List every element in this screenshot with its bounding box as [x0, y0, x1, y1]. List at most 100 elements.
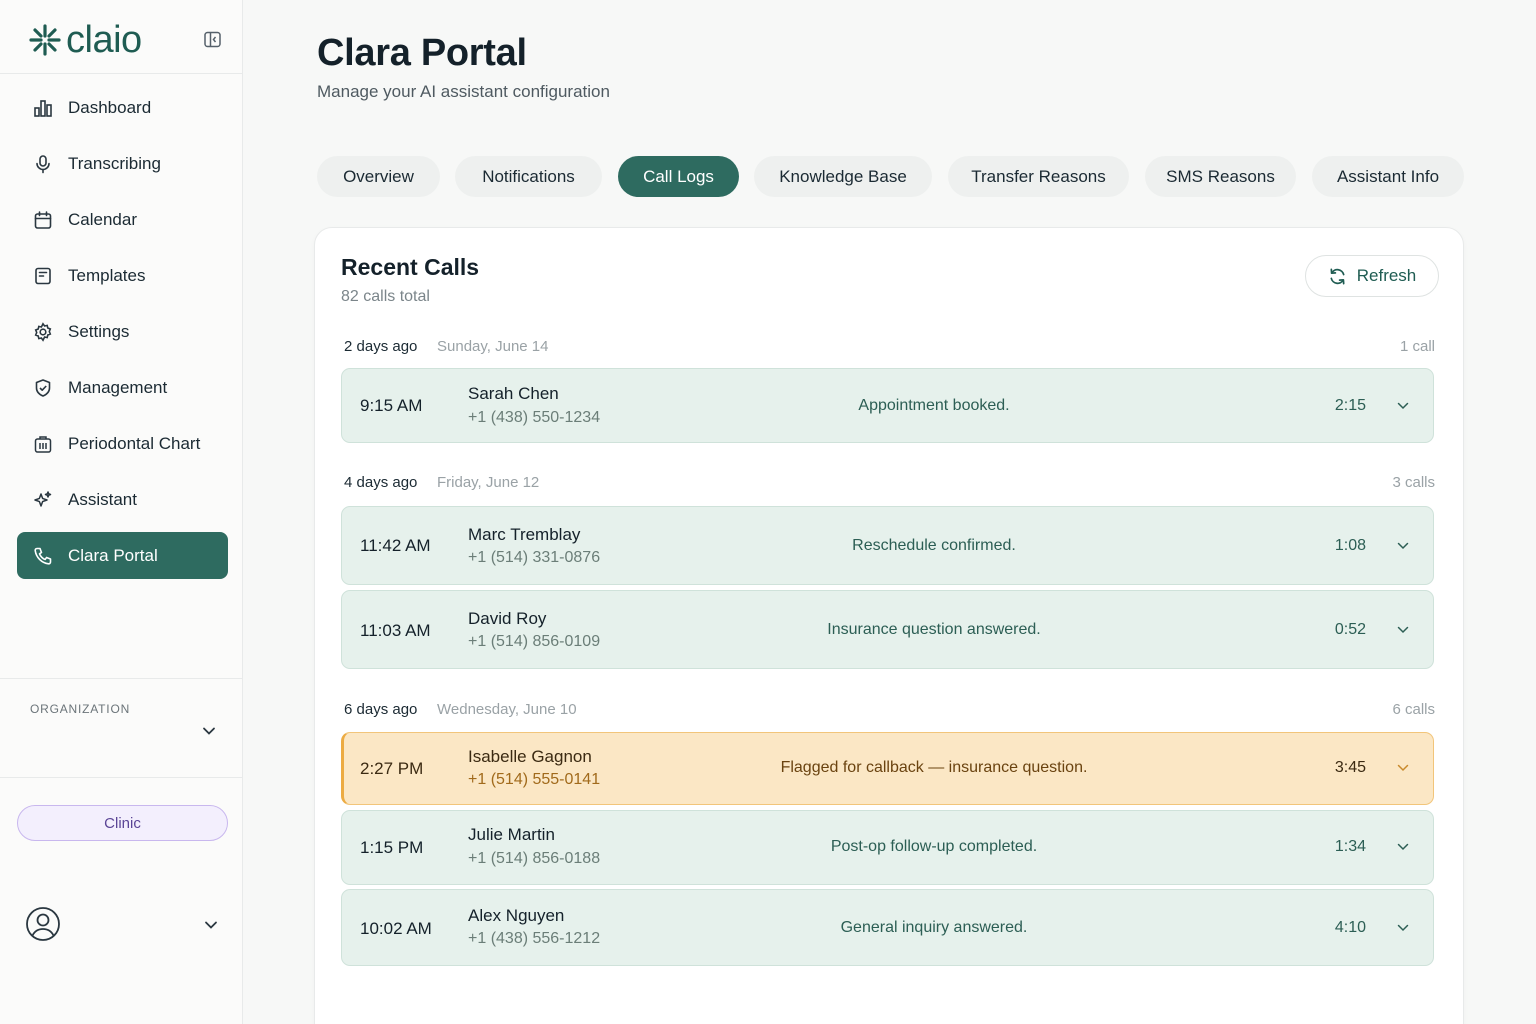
- call-duration: 1:08: [1334, 537, 1366, 554]
- caller-name: Alex Nguyen: [468, 906, 565, 925]
- tab-sms-reasons[interactable]: SMS Reasons: [1145, 156, 1296, 197]
- sidebar-item-label: Periodontal Chart: [68, 434, 201, 453]
- user-menu[interactable]: [25, 906, 225, 944]
- expand-chevron-icon[interactable]: [1394, 621, 1412, 639]
- caller-phone: +1 (438) 556-1212: [468, 930, 601, 947]
- group-relative-date: 2 days ago: [344, 338, 418, 355]
- microphone-icon: [33, 154, 53, 174]
- tab-knowledge-base[interactable]: Knowledge Base: [754, 156, 932, 197]
- call-duration: 4:10: [1334, 919, 1366, 936]
- user-menu-chevron[interactable]: [201, 915, 221, 935]
- expand-chevron-icon[interactable]: [1394, 919, 1412, 937]
- sparkle-icon: [33, 490, 53, 510]
- shield-icon: [33, 378, 53, 398]
- call-row[interactable]: 11:03 AM David Roy +1 (514) 856-0109 Ins…: [341, 590, 1434, 669]
- sidebar-item-management[interactable]: Management: [17, 364, 228, 412]
- gear-icon: [33, 322, 53, 342]
- sidebar-divider: [0, 678, 243, 679]
- calls-total: 82 calls total: [341, 288, 430, 305]
- call-summary: Insurance question answered.: [827, 621, 1041, 638]
- tab-notifications[interactable]: Notifications: [455, 156, 602, 197]
- user-avatar-icon[interactable]: [25, 906, 61, 942]
- call-duration: 3:45: [1334, 759, 1366, 776]
- call-group-header: 4 days ago Friday, June 12 3 calls: [341, 474, 1435, 496]
- tab-assistant-info[interactable]: Assistant Info: [1312, 156, 1464, 197]
- expand-chevron-icon[interactable]: [1394, 537, 1412, 555]
- call-duration: 0:52: [1334, 621, 1366, 638]
- caller-phone: +1 (514) 555-0141: [468, 771, 601, 788]
- refresh-label: Refresh: [1356, 266, 1417, 285]
- caller-name: Isabelle Gagnon: [468, 747, 592, 766]
- sidebar-nav: Dashboard Transcribing Calendar Template…: [17, 84, 228, 587]
- sidebar-item-label: Calendar: [68, 210, 137, 229]
- call-summary: Post-op follow-up completed.: [830, 838, 1038, 855]
- brand-logo[interactable]: claio: [28, 20, 142, 60]
- group-call-count: 6 calls: [1392, 701, 1435, 718]
- sidebar-item-periodontal-chart[interactable]: Periodontal Chart: [17, 420, 228, 468]
- call-group-header: 6 days ago Wednesday, June 10 6 calls: [341, 701, 1435, 723]
- sidebar-item-settings[interactable]: Settings: [17, 308, 228, 356]
- call-summary: Appointment booked.: [858, 397, 1010, 414]
- chevron-down-icon: [203, 727, 215, 735]
- caller-name: David Roy: [468, 609, 547, 628]
- group-date: Friday, June 12: [437, 474, 540, 491]
- page-title: Clara Portal: [317, 32, 527, 74]
- call-group-header: 2 days ago Sunday, June 14 1 call: [341, 338, 1435, 360]
- call-time: 11:42 AM: [360, 536, 431, 555]
- caller-phone: +1 (514) 331-0876: [468, 549, 601, 566]
- sidebar-item-dashboard[interactable]: Dashboard: [17, 84, 228, 132]
- expand-chevron-icon[interactable]: [1394, 397, 1412, 415]
- group-call-count: 3 calls: [1392, 474, 1435, 491]
- main-content: Clara Portal Manage your AI assistant co…: [243, 0, 1536, 1024]
- group-relative-date: 4 days ago: [344, 474, 418, 491]
- organization-select[interactable]: [198, 722, 220, 740]
- sidebar-item-label: Management: [68, 378, 168, 397]
- refresh-button[interactable]: Refresh: [1305, 255, 1439, 297]
- expand-chevron-icon[interactable]: [1394, 838, 1412, 856]
- sidebar-item-templates[interactable]: Templates: [17, 252, 228, 300]
- sidebar-item-label: Dashboard: [68, 98, 152, 117]
- sidebar-item-label: Transcribing: [68, 154, 161, 173]
- call-row[interactable]: 1:15 PM Julie Martin +1 (514) 856-0188 P…: [341, 810, 1434, 885]
- sidebar-item-clara-portal[interactable]: Clara Portal: [17, 532, 228, 579]
- sidebar-item-assistant[interactable]: Assistant: [17, 476, 228, 524]
- caller-name: Julie Martin: [468, 825, 555, 844]
- group-date: Sunday, June 14: [437, 338, 549, 355]
- call-duration: 2:15: [1334, 397, 1366, 414]
- sidebar-divider: [0, 73, 243, 74]
- calendar-icon: [33, 210, 53, 230]
- call-row-flagged[interactable]: 2:27 PM Isabelle Gagnon +1 (514) 555-014…: [341, 732, 1434, 805]
- sidebar-item-calendar[interactable]: Calendar: [17, 196, 228, 244]
- call-time: 2:27 PM: [360, 759, 424, 778]
- template-icon: [33, 266, 53, 286]
- phone-icon: [33, 546, 53, 566]
- recent-calls-title: Recent Calls: [341, 254, 480, 280]
- page-subtitle: Manage your AI assistant configuration: [317, 82, 610, 101]
- call-time: 10:02 AM: [360, 919, 432, 938]
- clinic-badge[interactable]: Clinic: [17, 805, 228, 841]
- claio-logo-icon: [29, 24, 61, 56]
- sidebar-item-label: Assistant: [68, 490, 137, 509]
- sidebar-item-label: Templates: [68, 266, 146, 285]
- caller-name: Sarah Chen: [468, 384, 559, 403]
- caller-phone: +1 (438) 550-1234: [468, 409, 601, 426]
- tab-transfer-reasons[interactable]: Transfer Reasons: [948, 156, 1129, 197]
- sidebar-item-transcribing[interactable]: Transcribing: [17, 140, 228, 188]
- group-relative-date: 6 days ago: [344, 701, 418, 718]
- sidebar-panel-icon: [203, 31, 221, 47]
- brand-name: claio: [66, 19, 142, 61]
- group-call-count: 1 call: [1399, 338, 1435, 355]
- tab-call-logs[interactable]: Call Logs: [618, 156, 739, 197]
- call-row[interactable]: 9:15 AM Sarah Chen +1 (438) 550-1234 App…: [341, 368, 1434, 443]
- recent-calls-card: Recent Calls 82 calls total Refresh 2 da…: [314, 227, 1464, 1024]
- organization-label: ORGANIZATION: [30, 702, 131, 716]
- call-duration: 1:34: [1334, 838, 1366, 855]
- sidebar-toggle-button[interactable]: [202, 29, 222, 49]
- tooth-chart-icon: [33, 434, 53, 454]
- call-summary: General inquiry answered.: [840, 919, 1028, 936]
- call-row[interactable]: 10:02 AM Alex Nguyen +1 (438) 556-1212 G…: [341, 889, 1434, 966]
- tab-overview[interactable]: Overview: [317, 156, 440, 197]
- expand-chevron-icon[interactable]: [1394, 759, 1412, 777]
- call-row[interactable]: 11:42 AM Marc Tremblay +1 (514) 331-0876…: [341, 506, 1434, 585]
- call-time: 1:15 PM: [360, 838, 424, 857]
